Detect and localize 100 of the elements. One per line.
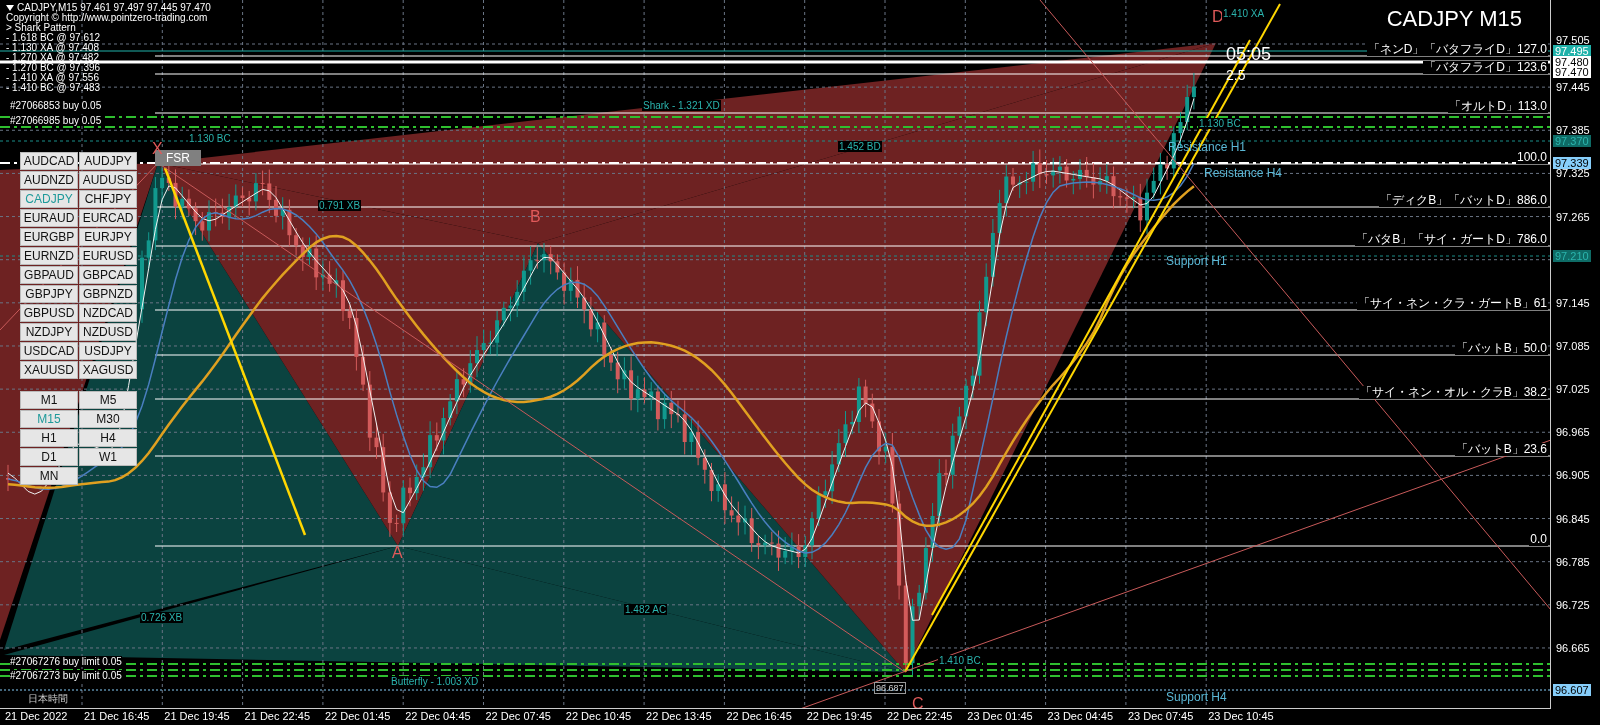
timeframe-button[interactable]: M1 <box>20 391 78 409</box>
pattern-level-text: - 1.130 XA @ 97.408 <box>6 43 100 53</box>
symbol-button[interactable]: AUDJPY <box>79 152 137 170</box>
chart-symbol-line: CADJPY,M15 97.461 97.497 97.445 97.470 <box>17 3 211 13</box>
time-axis-label: 23 Dec 04:45 <box>1047 710 1114 723</box>
price-tick-label: 97.385 <box>1556 124 1590 137</box>
pattern-ratio-label: 0.791 XB <box>318 200 362 211</box>
chart-title: CADJPY M15 <box>1386 6 1522 32</box>
price-tick-label: 96.725 <box>1556 598 1590 611</box>
time-axis-label: 21 Dec 19:45 <box>164 710 230 723</box>
pattern-point-label: A <box>392 544 403 562</box>
time-axis-label: 23 Dec 10:45 <box>1208 710 1274 723</box>
fibonacci-level-label: 「バタB」「サイ・ガートD」786.0 <box>1355 233 1548 246</box>
price-tick-label: 97.025 <box>1556 383 1590 396</box>
time-axis-label: 22 Dec 22:45 <box>887 710 953 723</box>
time-axis-label: 22 Dec 01:45 <box>324 710 391 723</box>
symbol-button[interactable]: NZDCAD <box>79 304 137 322</box>
symbol-button[interactable]: GBPAUD <box>20 266 78 284</box>
time-axis-label: 22 Dec 10:45 <box>565 710 632 723</box>
symbol-button[interactable]: GBPUSD <box>20 304 78 322</box>
symbol-button[interactable]: XAUUSD <box>20 361 78 379</box>
price-tick-label: 96.965 <box>1556 426 1590 439</box>
price-marker: 97.339 <box>1553 157 1591 169</box>
order-label: #27067273 buy limit 0.05 <box>10 670 122 681</box>
fibonacci-level-label: 「バタフライD」123.6 <box>1423 61 1548 74</box>
symbol-button[interactable]: NZDJPY <box>20 323 78 341</box>
symbol-button[interactable]: EURUSD <box>79 247 137 265</box>
time-axis-label: 21 Dec 2022 <box>5 710 68 723</box>
price-tick-label: 97.265 <box>1556 210 1590 223</box>
symbol-button[interactable]: AUDUSD <box>79 171 137 189</box>
time-axis-label: 22 Dec 13:45 <box>646 710 712 723</box>
pattern-ratio-label: 1.452 BD <box>838 141 882 152</box>
order-label: #27066985 buy 0.05 <box>10 115 102 126</box>
symbol-button[interactable]: GBPNZD <box>79 285 137 303</box>
fibonacci-level-label: 「ネンD」「バタフライD」127.0 <box>1366 43 1548 56</box>
copyright-text: Copyright © http://www.pointzero-trading.com <box>6 13 209 23</box>
price-tick-label: 96.785 <box>1556 555 1590 568</box>
time-axis-label: 22 Dec 07:45 <box>485 710 551 723</box>
time-axis-label: 21 Dec 16:45 <box>84 710 150 723</box>
price-tick-label: 96.665 <box>1556 641 1590 654</box>
symbol-button[interactable]: EURGBP <box>20 228 78 246</box>
indicator-name: > Shark Pattern <box>6 23 76 33</box>
symbol-button[interactable]: NZDUSD <box>79 323 137 341</box>
symbol-button[interactable]: EURAUD <box>20 209 78 227</box>
support-resistance-label: Support H1 <box>1166 254 1227 268</box>
symbol-button[interactable]: EURNZD <box>20 247 78 265</box>
pattern-ratio-label: 1.130 BC <box>188 133 232 144</box>
symbol-button[interactable]: AUDCAD <box>20 152 78 170</box>
fibonacci-level-label: 「ディクB」「バットD」886.0 <box>1379 194 1548 207</box>
timeframe-button[interactable]: D1 <box>20 448 78 466</box>
price-tick-label: 97.145 <box>1556 296 1590 309</box>
timeframe-button[interactable]: MN <box>20 467 78 485</box>
time-axis-label: 22 Dec 04:45 <box>405 710 471 723</box>
pattern-level-text: - 1.410 XA @ 97.556 <box>6 73 99 83</box>
price-tick-label: 97.325 <box>1556 167 1590 180</box>
timeframe-button[interactable]: M5 <box>79 391 137 409</box>
fibonacci-level-label: 0.0 <box>1529 533 1548 546</box>
timeframe-button[interactable]: W1 <box>79 448 137 466</box>
price-marker: 97.370 <box>1553 135 1591 147</box>
symbol-button[interactable]: CHFJPY <box>79 190 137 208</box>
symbol-button[interactable]: AUDNZD <box>20 171 78 189</box>
support-resistance-label: Resistance H4 <box>1204 166 1283 180</box>
symbol-button[interactable]: EURJPY <box>79 228 137 246</box>
price-tick-label: 97.445 <box>1556 81 1590 94</box>
symbol-button[interactable]: USDJPY <box>79 342 137 360</box>
price-tick-label: 96.845 <box>1556 512 1590 525</box>
time-axis-label: 22 Dec 19:45 <box>806 710 873 723</box>
price-marker: 97.495 <box>1553 45 1591 57</box>
pattern-ratio-label: Butterfly - 1.003 XD <box>390 676 480 687</box>
time-axis-label: 22 Dec 16:45 <box>726 710 792 723</box>
fibonacci-level-label: 「サイ・ネン・オル・クラB」38.2 <box>1358 386 1548 399</box>
fibonacci-level-label: 「オルトD」113.0 <box>1448 100 1548 113</box>
price-tag: 96.687 <box>874 682 906 694</box>
timeframe-button[interactable]: M30 <box>79 410 137 428</box>
symbol-button[interactable]: EURCAD <box>79 209 137 227</box>
order-label: #27067276 buy limit 0.05 <box>10 656 122 667</box>
order-label: #27066853 buy 0.05 <box>10 100 102 111</box>
price-tick-label: 97.505 <box>1556 34 1590 46</box>
pattern-level-text: - 1.410 BC @ 97.483 <box>6 83 102 93</box>
time-axis-label: 23 Dec 07:45 <box>1127 710 1194 723</box>
time-axis-label: 21 Dec 22:45 <box>244 710 311 723</box>
symbol-button[interactable]: XAGUSD <box>79 361 137 379</box>
symbol-button[interactable]: GBPCAD <box>79 266 137 284</box>
pattern-ratio-label: 1.482 AC <box>624 604 668 615</box>
timezone-label: 日本時間 <box>28 692 68 706</box>
fibonacci-level-label: 「バットB」50.0 <box>1454 342 1548 355</box>
pattern-ratio-label: 1.410 XA <box>1222 8 1266 19</box>
symbol-button[interactable]: USDCAD <box>20 342 78 360</box>
support-resistance-label: Support H4 <box>1166 690 1227 704</box>
fibonacci-level-label: 「バットB」23.6 <box>1454 443 1548 456</box>
pattern-level-text: - 1.618 BC @ 97.612 <box>6 33 102 43</box>
price-marker: 96.607 <box>1553 684 1591 696</box>
timeframe-button[interactable]: H1 <box>20 429 78 447</box>
price-marker: 97.210 <box>1553 250 1591 262</box>
price-marker: 97.470 <box>1553 66 1591 78</box>
timeframe-button[interactable]: H4 <box>79 429 137 447</box>
symbol-button[interactable]: GBPJPY <box>20 285 78 303</box>
price-tick-label: 96.905 <box>1556 469 1590 482</box>
fibonacci-level-label: 「サイ・ネン・クラ・ガートB」61 <box>1356 297 1548 310</box>
pattern-ratio-label: 0.726 XB <box>140 612 184 623</box>
